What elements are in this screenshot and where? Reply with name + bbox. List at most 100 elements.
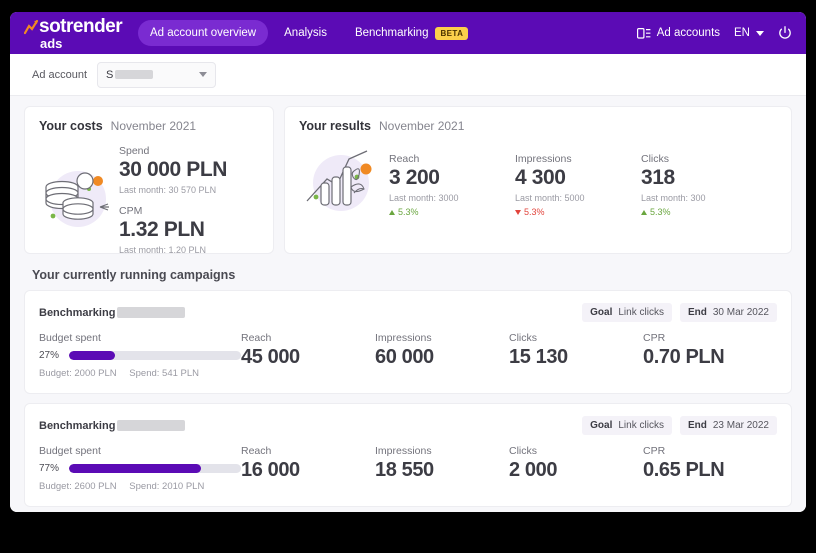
ad-account-redacted-block: [115, 70, 154, 79]
campaign-2-name: Benchmarking: [39, 419, 186, 432]
campaign-2-goal-label: Goal: [590, 420, 613, 431]
metric-clicks-label: Clicks: [641, 153, 669, 165]
app-window: sotrender ads Ad account overview Analys…: [10, 12, 806, 512]
campaign-card-1[interactable]: Benchmarking Goal Link clicks End 30 Mar…: [24, 290, 792, 394]
nav-item-benchmarking[interactable]: Benchmarking BETA: [343, 20, 480, 47]
your-costs-card: Your costs November 2021 Spend 30 000 PL…: [24, 106, 274, 255]
metric-clicks-last-month: Last month: 300: [641, 193, 706, 203]
campaign-2-goal-value: Link clicks: [618, 420, 664, 431]
campaign-1-reach-value: 45 000: [241, 346, 300, 368]
metric-reach-value: 3 200: [389, 166, 440, 189]
campaign-2-end-value: 23 Mar 2022: [712, 420, 769, 431]
metric-reach-last-month: Last month: 3000: [389, 193, 459, 203]
your-results-title: Your results: [299, 119, 372, 133]
campaign-1-metric-clicks: Clicks 15 130: [509, 332, 643, 379]
campaign-1-end-value: 30 Mar 2022: [712, 307, 769, 318]
chevron-down-icon: [756, 30, 764, 36]
your-costs-title: Your costs: [39, 119, 103, 133]
campaign-2-metric-clicks: Clicks 2 000: [509, 445, 643, 492]
your-costs-metrics: Spend 30 000 PLN Last month: 30 570 PLN …: [119, 143, 227, 255]
sotrender-ads-logo[interactable]: sotrender ads: [20, 17, 126, 50]
metric-impressions: Impressions 4 300 Last month: 5000 5.3%: [515, 153, 641, 217]
ad-account-selected-value: S: [106, 68, 154, 81]
campaign-2-progress-fill: [69, 464, 202, 473]
campaign-1-progress-track: [69, 351, 241, 360]
summary-cards-row: Your costs November 2021 Spend 30 000 PL…: [24, 106, 792, 255]
ad-account-selected-prefix: S: [106, 68, 114, 81]
metric-spend-label: Spend: [119, 145, 150, 157]
metric-cpm-value: 1.32 PLN: [119, 218, 205, 241]
campaign-2-percent: 77%: [39, 463, 60, 474]
campaign-1-impressions-label: Impressions: [375, 332, 432, 344]
campaign-2-budget-spent-label: Budget spent: [39, 445, 101, 457]
campaign-2-end-badge: End 23 Mar 2022: [679, 416, 777, 435]
campaign-2-progress-track: [69, 464, 241, 473]
campaign-1-clicks-label: Clicks: [509, 332, 537, 344]
campaign-1-name-text: Benchmarking: [39, 306, 116, 319]
your-results-period: November 2021: [379, 119, 465, 133]
campaign-1-percent: 27%: [39, 350, 60, 361]
campaign-2-clicks-label: Clicks: [509, 445, 537, 457]
metric-impressions-label: Impressions: [515, 153, 572, 165]
metric-spend-last-month: Last month: 30 570 PLN: [119, 185, 217, 195]
campaign-2-metric-cpr: CPR 0.65 PLN: [643, 445, 777, 492]
power-icon: [779, 26, 791, 39]
triangle-down-icon: [515, 209, 521, 215]
top-navbar: sotrender ads Ad account overview Analys…: [10, 12, 806, 54]
logout-button[interactable]: [778, 26, 792, 40]
language-selector[interactable]: EN: [734, 27, 764, 39]
campaign-2-spend-value: Spend: 2010 PLN: [129, 481, 205, 492]
campaign-2-budget: Budget spent 77% Budget: 2600 PLN Spend:…: [39, 445, 241, 492]
list-icon: [636, 27, 651, 39]
campaign-1-cpr-label: CPR: [643, 332, 666, 344]
campaign-2-budget-footer: Budget: 2600 PLN Spend: 2010 PLN: [39, 481, 241, 492]
campaign-1-spend-value: Spend: 541 PLN: [129, 368, 200, 379]
campaign-1-goal-label: Goal: [590, 307, 613, 318]
campaign-2-cpr-value: 0.65 PLN: [643, 459, 725, 481]
campaign-1-name: Benchmarking: [39, 306, 186, 319]
your-results-card: Your results November 2021 Reach 3 200 L…: [284, 106, 792, 254]
campaign-card-2[interactable]: Benchmarking Goal Link clicks End 23 Mar…: [24, 403, 792, 507]
language-value: EN: [734, 27, 750, 39]
ad-account-select[interactable]: S: [97, 61, 217, 88]
campaigns-section-title: Your currently running campaigns: [32, 268, 236, 282]
campaign-2-name-text: Benchmarking: [39, 419, 116, 432]
nav-item-ad-account-overview[interactable]: Ad account overview: [138, 20, 269, 46]
metric-cpm: CPM 1.32 PLN Last month: 1.20 PLN: [119, 205, 227, 255]
campaign-1-metric-impressions: Impressions 60 000: [375, 332, 509, 379]
campaign-2-name-redacted-block: [117, 420, 186, 431]
campaign-2-reach-value: 16 000: [241, 459, 300, 481]
metric-clicks: Clicks 318 Last month: 300 5.3%: [641, 153, 767, 217]
primary-nav: Ad account overview Analysis Benchmarkin…: [138, 20, 480, 47]
ad-accounts-button[interactable]: Ad accounts: [636, 27, 721, 39]
campaign-1-budget-footer: Budget: 2000 PLN Spend: 541 PLN: [39, 368, 241, 379]
campaign-1-cpr-value: 0.70 PLN: [643, 346, 725, 368]
metric-cpm-last-month: Last month: 1.20 PLN: [119, 245, 207, 255]
ad-account-bar: Ad account S: [10, 54, 806, 96]
metric-clicks-delta: 5.3%: [641, 207, 767, 217]
triangle-up-icon: [389, 209, 395, 215]
growth-chart-illustration: [293, 141, 389, 221]
ad-account-label: Ad account: [32, 68, 88, 81]
campaign-2-impressions-value: 18 550: [375, 459, 434, 481]
campaign-1-metric-reach: Reach 45 000: [241, 332, 375, 379]
coins-illustration: [33, 143, 119, 255]
campaign-1-reach-label: Reach: [241, 332, 272, 344]
campaign-2-metric-reach: Reach 16 000: [241, 445, 375, 492]
ad-accounts-label: Ad accounts: [656, 27, 721, 39]
logo-primary-text: sotrender: [39, 15, 123, 37]
campaign-1-clicks-value: 15 130: [509, 346, 568, 368]
metric-clicks-delta-value: 5.3%: [650, 207, 671, 217]
your-results-header: Your results November 2021: [285, 107, 791, 133]
campaign-1-end-badge: End 30 Mar 2022: [679, 303, 777, 322]
campaign-1-progress-fill: [69, 351, 116, 360]
campaign-1-metric-cpr: CPR 0.70 PLN: [643, 332, 777, 379]
campaign-1-goal-value: Link clicks: [618, 307, 664, 318]
triangle-up-icon: [641, 209, 647, 215]
nav-item-benchmarking-label: Benchmarking: [354, 27, 429, 39]
metric-impressions-delta: 5.3%: [515, 207, 641, 217]
nav-item-analysis[interactable]: Analysis: [272, 20, 339, 46]
beta-badge: BETA: [435, 26, 469, 40]
metric-impressions-delta-value: 5.3%: [524, 207, 545, 217]
campaign-2-impressions-label: Impressions: [375, 445, 432, 457]
